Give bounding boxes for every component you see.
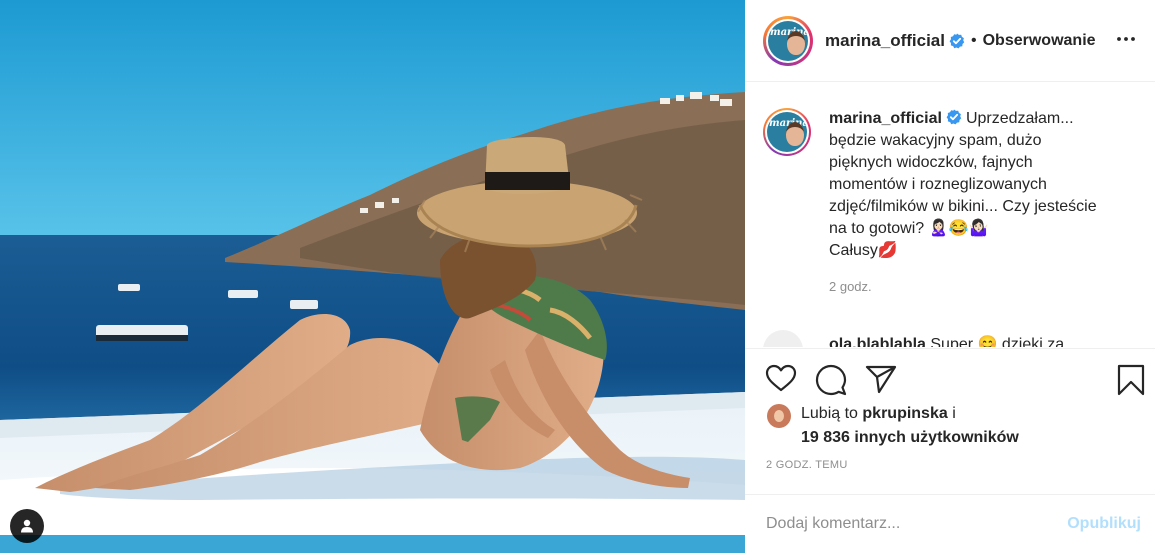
caption-text-line: Uprzedzałam... (965, 110, 1074, 127)
comment-item: ola.blablabla Super 😊 dzięki za (763, 330, 1064, 347)
post-photo[interactable] (0, 0, 745, 553)
comments-list[interactable]: marina marina_official Uprzedzałam... będ… (745, 83, 1155, 347)
add-comment-bar: Opublikuj (745, 494, 1155, 553)
verified-badge-icon (946, 109, 962, 125)
beach-photo-illustration (0, 0, 745, 553)
post-header: marina marina_official • Obserwowanie (745, 0, 1155, 82)
comment-text: ola.blablabla Super 😊 dzięki za (829, 334, 1064, 347)
caption-text-line: będzie wakacyjny spam, dużo (829, 132, 1042, 149)
bookmark-icon[interactable] (1117, 364, 1145, 396)
caption-text-line: pięknych widoczków, fajnych (829, 154, 1033, 171)
likes-summary: Lubią to pkrupinska i 19 836 innych użyt… (767, 402, 1147, 450)
caption-text-line: Całusy💋 (829, 242, 898, 259)
comment-input[interactable] (766, 515, 1068, 533)
paper-plane-icon[interactable] (865, 364, 897, 394)
action-bar (745, 348, 1155, 400)
comment-bubble-icon[interactable] (815, 364, 847, 396)
publish-button[interactable]: Opublikuj (1067, 515, 1141, 533)
caption-line: marina_official Uprzedzałam... (829, 108, 1109, 130)
author-username[interactable]: marina_official (825, 31, 945, 51)
caption-author-avatar[interactable]: marina (763, 108, 811, 156)
follow-separator: • (971, 31, 977, 49)
caption: marina marina_official Uprzedzałam... będ… (763, 108, 1143, 298)
likes-text: Lubią to pkrupinska i 19 836 innych użyt… (801, 402, 1019, 450)
caption-time[interactable]: 2 godz. (829, 276, 1109, 298)
liker-username[interactable]: pkrupinska (862, 405, 947, 422)
caption-username[interactable]: marina_official (829, 110, 942, 127)
post-side-panel: marina marina_official • Obserwowanie ma… (745, 0, 1155, 553)
post-timestamp[interactable]: 2 GODZ. TEMU (766, 459, 848, 471)
caption-text-line: zdjęć/filmików w bikini... Czy jesteście (829, 198, 1097, 215)
verified-badge-icon (949, 33, 965, 48)
likes-and: i (947, 405, 956, 422)
likes-prefix: Lubią to (801, 405, 863, 422)
likes-count[interactable]: 19 836 innych użytkowników (801, 429, 1019, 446)
user-tag-icon (21, 519, 33, 533)
more-options-icon[interactable] (1117, 37, 1135, 41)
following-button[interactable]: Obserwowanie (983, 32, 1096, 50)
commenter-username[interactable]: ola.blablabla (829, 336, 926, 347)
comment-body: Super 😊 dzięki za (930, 336, 1065, 347)
commenter-avatar[interactable] (763, 330, 803, 347)
heart-icon[interactable] (765, 364, 797, 392)
caption-text-line: momentów i rozneglizowanych (829, 176, 1047, 193)
liker-avatar[interactable] (767, 404, 791, 428)
caption-body: marina_official Uprzedzałam... będzie wak… (829, 108, 1109, 298)
author-avatar[interactable]: marina (763, 15, 813, 66)
caption-text-line: na to gotowi? 🙎🏻‍♀️😂🤷🏻‍♀️ (829, 220, 989, 237)
user-tag-button[interactable] (10, 509, 44, 543)
